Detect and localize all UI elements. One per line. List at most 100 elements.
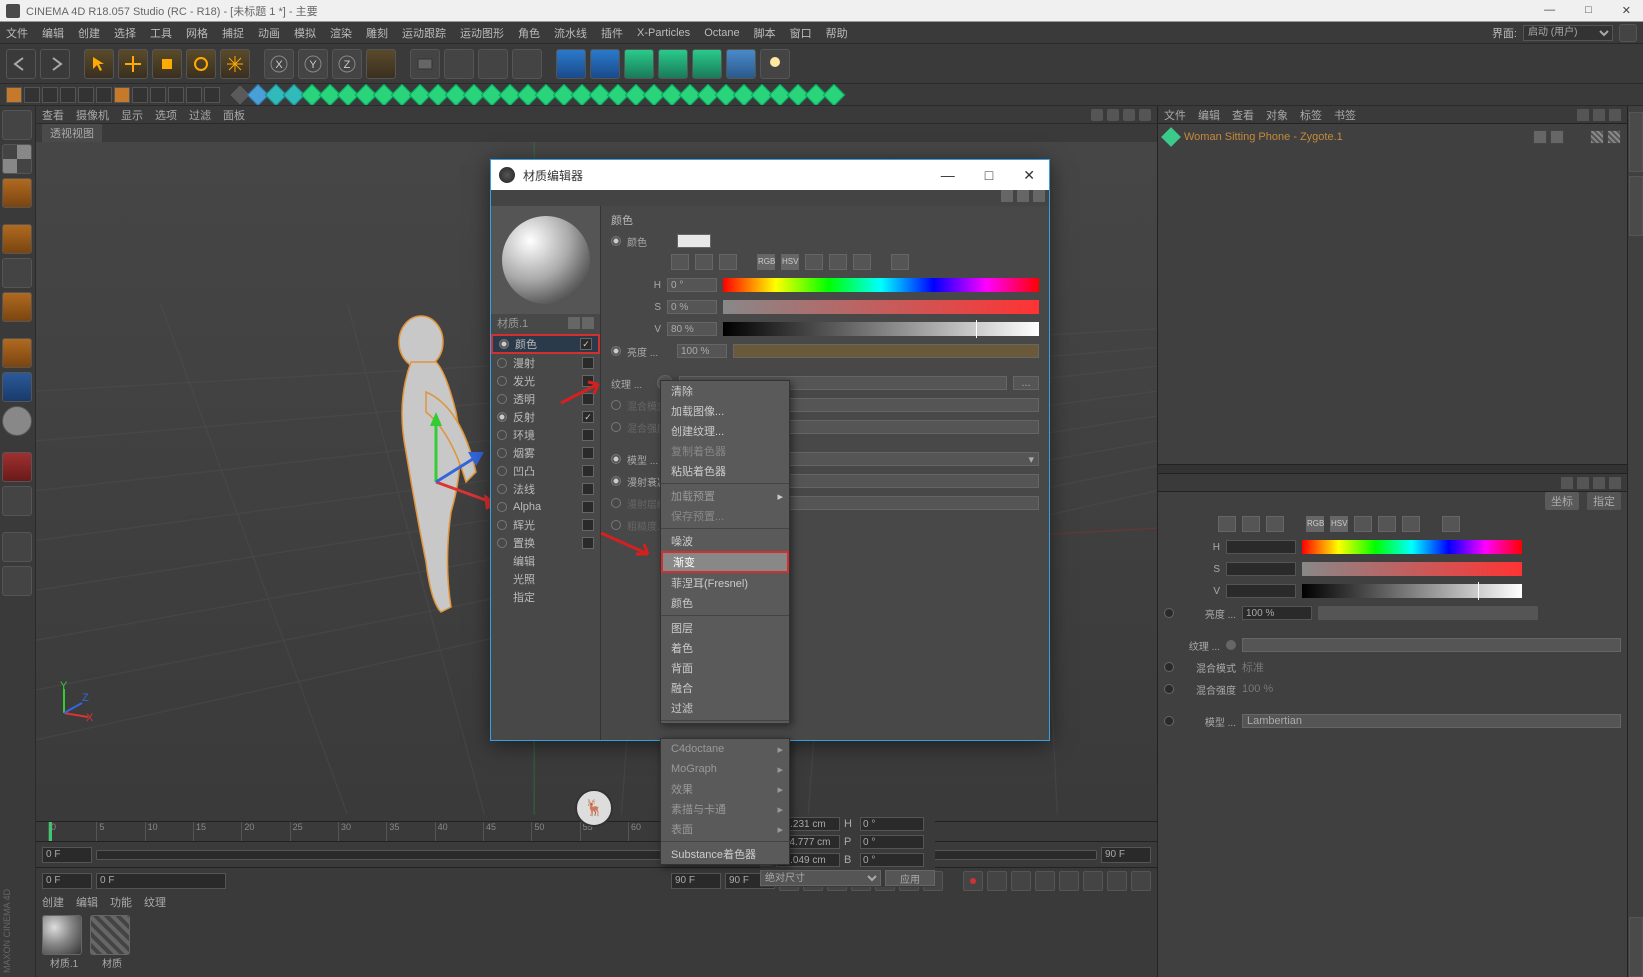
brightness-slider[interactable]	[1318, 606, 1538, 620]
light-button[interactable]	[760, 49, 790, 79]
vp-menu-display[interactable]: 显示	[121, 107, 143, 123]
menu-render[interactable]: 渲染	[330, 25, 352, 41]
key-scale-button[interactable]	[1059, 871, 1079, 891]
lasso-tool[interactable]	[220, 49, 250, 79]
prev-mat-icon[interactable]	[568, 317, 580, 329]
undo-button[interactable]	[6, 49, 36, 79]
channel-checkbox[interactable]	[582, 501, 594, 513]
ctx2-effects[interactable]: 效果▸	[661, 779, 789, 799]
channel-checkbox[interactable]	[582, 483, 594, 495]
filter-icon[interactable]	[1593, 109, 1605, 121]
render-settings-button[interactable]	[478, 49, 508, 79]
layout-select[interactable]: 启动 (用户)	[1523, 25, 1613, 41]
channel-radio[interactable]	[497, 394, 507, 404]
ctx2-c4doctane[interactable]: C4doctane▸	[661, 739, 789, 759]
menu-window[interactable]: 窗口	[790, 25, 812, 41]
spectrum-icon[interactable]	[719, 254, 737, 270]
channel-lum[interactable]: 发光	[491, 372, 600, 390]
vp-nav-icon[interactable]	[1123, 109, 1135, 121]
material-slot[interactable]: 材质.1	[42, 915, 86, 970]
workplane-button[interactable]	[2, 486, 32, 516]
material-manager[interactable]: 材质.1 材质	[36, 911, 1157, 977]
color-tool-icon[interactable]	[1242, 516, 1260, 532]
obj-menu-objects[interactable]: 对象	[1266, 107, 1288, 123]
texture-mode-button[interactable]	[2, 178, 32, 208]
ctx-layer[interactable]: 图层	[661, 618, 789, 638]
render-queue-button[interactable]	[512, 49, 542, 79]
attr-v-input[interactable]	[1226, 584, 1296, 598]
ctx-load-preset[interactable]: 加载预置▸	[661, 486, 789, 506]
move-tool[interactable]	[118, 49, 148, 79]
obj-menu-edit[interactable]: 编辑	[1198, 107, 1220, 123]
menu-character[interactable]: 角色	[518, 25, 540, 41]
dialog-titlebar[interactable]: 材质编辑器 — □ ✕	[491, 160, 1049, 190]
swatch-icon[interactable]	[829, 254, 847, 270]
s-input[interactable]	[667, 300, 717, 314]
spline-button[interactable]	[590, 49, 620, 79]
menu-simulate[interactable]: 模拟	[294, 25, 316, 41]
object-mode-button[interactable]	[2, 224, 32, 254]
uv-mode-button[interactable]	[2, 406, 32, 436]
keyframe-button[interactable]	[1011, 871, 1031, 891]
material-slot[interactable]: 材质	[90, 915, 134, 970]
vp-solo2-button[interactable]	[2, 566, 32, 596]
hsv-icon[interactable]: HSV	[781, 254, 799, 270]
lock-icon[interactable]	[1017, 190, 1029, 202]
channel-radio[interactable]	[497, 538, 507, 548]
apply-button[interactable]: 应用	[885, 870, 935, 886]
mat-menu-edit[interactable]: 编辑	[76, 894, 98, 910]
menu-script[interactable]: 脚本	[754, 25, 776, 41]
layout-reset-icon[interactable]	[1619, 24, 1637, 42]
make-editable-button[interactable]	[2, 110, 32, 140]
channel-sub[interactable]: 指定	[491, 588, 600, 606]
channel-radio[interactable]	[499, 339, 509, 349]
channel-normal[interactable]: 法线	[491, 480, 600, 498]
side-tab[interactable]	[1629, 112, 1643, 172]
color-tool-icon[interactable]	[1402, 516, 1420, 532]
side-tab[interactable]	[1629, 176, 1643, 236]
texture-tag[interactable]	[1607, 130, 1621, 144]
menu-xparticles[interactable]: X-Particles	[637, 27, 690, 39]
model-mode-button[interactable]	[2, 144, 32, 174]
ctx-copy-shader[interactable]: 复制着色器	[661, 441, 789, 461]
val-slider[interactable]	[723, 322, 1039, 336]
axis-y-button[interactable]: Y	[298, 49, 328, 79]
channel-radio[interactable]	[497, 466, 507, 476]
object-row[interactable]: Woman Sitting Phone - Zygote.1	[1164, 128, 1621, 146]
attr-s-input[interactable]	[1226, 562, 1296, 576]
shelf-icon[interactable]	[204, 87, 220, 103]
rgb-icon[interactable]: RGB	[1306, 516, 1324, 532]
panel-divider[interactable]	[1158, 464, 1627, 474]
menu-mesh[interactable]: 网格	[186, 25, 208, 41]
channel-sub[interactable]: 编辑	[491, 552, 600, 570]
channel-radio[interactable]	[497, 376, 507, 386]
hue-slider[interactable]	[1302, 540, 1522, 554]
attr-model-select[interactable]: Lambertian	[1242, 714, 1621, 728]
ctx2-sketch[interactable]: 素描与卡通▸	[661, 799, 789, 819]
hsv-icon[interactable]: HSV	[1330, 516, 1348, 532]
color-tool-icon[interactable]	[1266, 516, 1284, 532]
shelf-icon[interactable]	[6, 87, 22, 103]
shelf-icon[interactable]	[132, 87, 148, 103]
scale-tool[interactable]	[152, 49, 182, 79]
ctx-gradient[interactable]: 渐变	[661, 551, 789, 573]
object-name[interactable]: Woman Sitting Phone - Zygote.1	[1184, 131, 1343, 143]
channel-checkbox[interactable]	[582, 447, 594, 459]
ctx2-mograph[interactable]: MoGraph▸	[661, 759, 789, 779]
window-maximize[interactable]: □	[1579, 4, 1598, 17]
attr-brightness-input[interactable]	[1242, 606, 1312, 620]
shelf-icon[interactable]	[78, 87, 94, 103]
axis-x-button[interactable]: X	[264, 49, 294, 79]
v-input[interactable]	[667, 322, 717, 336]
diff-radio[interactable]	[611, 476, 621, 486]
color-tool-icon[interactable]	[1354, 516, 1372, 532]
attr-tab-coord[interactable]: 坐标	[1545, 492, 1579, 510]
color-tool-icon[interactable]	[1378, 516, 1396, 532]
color-mode-icon[interactable]	[671, 254, 689, 270]
point-mode-button[interactable]	[2, 292, 32, 322]
menu-sculpt[interactable]: 雕刻	[366, 25, 388, 41]
channel-checkbox[interactable]	[582, 411, 594, 423]
window-close[interactable]: ✕	[1616, 4, 1637, 17]
range-slider-input[interactable]	[96, 873, 226, 889]
channel-checkbox[interactable]	[582, 375, 594, 387]
